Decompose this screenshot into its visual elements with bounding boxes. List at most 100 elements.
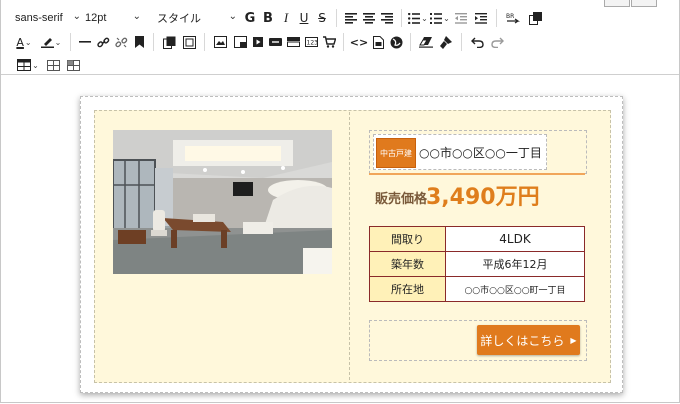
align-left-button[interactable]: [342, 7, 360, 29]
chevron-down-icon: ⌄: [72, 11, 81, 22]
toolbar-divider: [410, 33, 411, 51]
toolbar-row-1: sans-serif ⌄ 12pt ⌄ スタイル ⌄ G B I U S ⌄ ⌄…: [1, 6, 546, 30]
editor-window: sans-serif ⌄ 12pt ⌄ スタイル ⌄ G B I U S ⌄ ⌄…: [0, 0, 680, 403]
bullet-list-button[interactable]: ⌄: [407, 7, 429, 29]
paintbrush-icon: [439, 35, 452, 49]
horizontal-rule-button[interactable]: [76, 31, 94, 53]
insert-image-button[interactable]: [210, 31, 230, 53]
detail-key: 間取り: [369, 226, 446, 252]
source-code-button[interactable]: <>: [349, 31, 369, 53]
chevron-down-icon: ⌄: [228, 11, 237, 22]
insert-button-button[interactable]: [266, 31, 284, 53]
redo-button[interactable]: [487, 31, 507, 53]
text-color-button[interactable]: A ⌄: [11, 31, 37, 53]
image-edit-icon: [233, 36, 247, 48]
property-photo[interactable]: [113, 130, 332, 274]
numbered-list-icon: [430, 12, 443, 24]
column-divider: [349, 112, 350, 380]
style-value: スタイル: [157, 13, 201, 25]
underline-icon: U: [299, 11, 309, 25]
undo-icon: [470, 37, 484, 48]
property-type-badge: 中古戸建: [376, 138, 416, 168]
toolbar-divider: [336, 9, 337, 27]
insert-file-button[interactable]: [369, 31, 387, 53]
table-row: 所在地 ○○市○○区○○町一丁目: [369, 276, 585, 302]
bold-b-button[interactable]: B: [259, 7, 277, 29]
undo-button[interactable]: [467, 31, 487, 53]
align-right-button[interactable]: [378, 7, 396, 29]
svg-text:BR: BR: [506, 13, 514, 20]
direction-button[interactable]: BR: [502, 7, 524, 29]
table-layout-button[interactable]: [63, 54, 83, 76]
caret-right-icon: ▶: [570, 335, 577, 345]
chevron-down-icon: ⌄: [421, 13, 428, 23]
detail-value: ○○市○○区○○町一丁目: [445, 276, 585, 302]
highlight-color-button[interactable]: ⌄: [37, 31, 65, 53]
insert-box-button[interactable]: [284, 31, 302, 53]
insert-globe-button[interactable]: [387, 31, 405, 53]
outdent-icon: [455, 12, 467, 24]
toolbar-divider: [70, 33, 71, 51]
table-cells-button[interactable]: [43, 54, 63, 76]
italic-icon: I: [283, 10, 289, 25]
table-row: 間取り 4LDK: [369, 226, 585, 252]
style-select[interactable]: スタイル ⌄: [145, 7, 241, 29]
window-tab: [631, 0, 657, 7]
insert-number-button[interactable]: 123: [302, 31, 320, 53]
redo-icon: [490, 37, 504, 48]
bookmark-button[interactable]: [130, 31, 148, 53]
copy-icon: [528, 11, 542, 25]
eraser-button[interactable]: [416, 31, 436, 53]
template-icon: [162, 36, 175, 49]
align-center-icon: [363, 12, 375, 24]
toolbar-divider: [343, 33, 344, 51]
details-button[interactable]: 詳しくはこちら ▶: [477, 325, 580, 355]
italic-button[interactable]: I: [277, 7, 295, 29]
underline-button[interactable]: U: [295, 7, 313, 29]
table-button[interactable]: ⌄: [13, 54, 43, 76]
edit-image-button[interactable]: [230, 31, 250, 53]
chevron-down-icon: ⌄: [443, 13, 450, 23]
template-button[interactable]: [159, 31, 179, 53]
text-color-icon: A: [16, 35, 24, 49]
button-icon: [268, 38, 282, 46]
insert-cart-button[interactable]: [320, 31, 338, 53]
unlink-button[interactable]: [112, 31, 130, 53]
numbered-list-button[interactable]: ⌄: [429, 7, 451, 29]
indent-button[interactable]: [471, 7, 491, 29]
chevron-down-icon: ⌄: [24, 37, 32, 47]
fullscreen-button[interactable]: [179, 31, 199, 53]
insert-media-button[interactable]: [250, 31, 266, 53]
price-value: 3,490万円: [426, 185, 540, 210]
highlighter-icon: [40, 38, 54, 48]
globe-icon: [390, 36, 402, 48]
office-interior-image: [113, 130, 332, 274]
font-family-select[interactable]: sans-serif ⌄: [1, 7, 85, 29]
table-row: 築年数 平成6年12月: [369, 251, 585, 277]
link-icon: [96, 37, 109, 47]
text-direction-icon: BR: [506, 13, 520, 23]
paint-format-button[interactable]: [436, 31, 456, 53]
address-text: ○○市○○区○○一丁目: [419, 146, 542, 160]
table-icon: [17, 59, 32, 71]
code-icon: <>: [349, 35, 369, 49]
outdent-button[interactable]: [451, 7, 471, 29]
detail-value: 4LDK: [445, 226, 585, 252]
image-icon: [213, 36, 227, 48]
table-grid-icon: [46, 59, 60, 71]
chevron-down-icon: ⌄: [54, 37, 62, 47]
box-icon: [286, 37, 300, 47]
link-button[interactable]: [94, 31, 112, 53]
toolbar-divider: [153, 33, 154, 51]
bold-icon: G: [244, 10, 256, 26]
copy-format-button[interactable]: [524, 7, 546, 29]
bold-button[interactable]: G: [241, 7, 259, 29]
align-center-button[interactable]: [360, 7, 378, 29]
bold-b-icon: B: [263, 10, 273, 26]
table-layout-icon: [66, 59, 80, 71]
strikethrough-button[interactable]: S: [313, 7, 331, 29]
number-icon: 123: [304, 37, 318, 47]
toolbar-divider: [461, 33, 462, 51]
font-size-select[interactable]: 12pt ⌄: [85, 7, 145, 29]
horizontal-line-icon: [79, 41, 91, 43]
